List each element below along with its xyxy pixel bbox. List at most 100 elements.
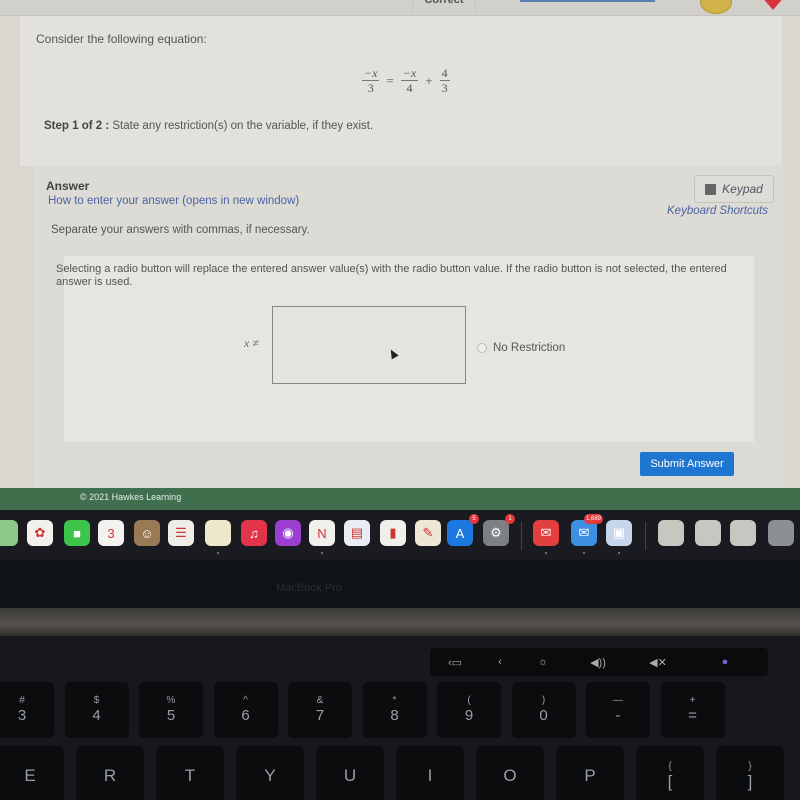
dock-calendar-icon[interactable]: 3 (98, 520, 124, 546)
dock-music-icon[interactable]: ♫ (241, 520, 267, 546)
key-label: - (615, 707, 621, 724)
dock-mail-icon[interactable]: ✉ 1,689 (571, 514, 603, 546)
key-shift-label: ) (541, 695, 546, 706)
key-I[interactable]: I (396, 746, 464, 800)
dock-document-3-icon[interactable] (730, 520, 756, 546)
keypad-button[interactable]: Keypad (694, 175, 774, 203)
how-to-enter-link[interactable]: How to enter your answer (opens in new w… (48, 195, 299, 207)
browser-viewport: Correct Consider the following equation:… (0, 0, 800, 510)
key-label: R (103, 766, 117, 785)
key-label: [ (667, 772, 673, 791)
dock-photos-icon[interactable]: ✿ (27, 520, 53, 546)
dock-document-2-icon[interactable] (695, 520, 721, 546)
laptop-hinge (0, 608, 800, 636)
facetime-glyph: ■ (73, 525, 81, 541)
dock-podcasts-icon[interactable]: ◉ (275, 520, 301, 546)
key-R[interactable]: R (76, 746, 144, 800)
key-=[interactable]: + = (660, 682, 725, 738)
pages-glyph: ✎ (422, 525, 434, 540)
key-5[interactable]: % 5 (139, 682, 203, 738)
touchbar-mute-icon[interactable]: ◀✕ (640, 653, 676, 671)
dock-document-1-icon[interactable] (658, 520, 684, 546)
keyboard-shortcuts-link[interactable]: Keyboard Shortcuts (667, 205, 768, 217)
key-shift-label: + (689, 695, 696, 706)
key-label: = (688, 707, 697, 724)
screen-bezel: MacBook Pro (0, 560, 800, 610)
key-Y[interactable]: Y (236, 746, 304, 800)
key--[interactable]: — - (586, 682, 650, 738)
key-label: ] (747, 772, 753, 791)
system-preferences-glyph: ⚙ (490, 525, 502, 540)
key-9[interactable]: (9 (437, 682, 501, 738)
x-not-equal-label: x ≠ (244, 336, 259, 350)
dock-airmail-icon[interactable]: ✉ (533, 520, 559, 546)
key-[[interactable]: {[ (636, 746, 704, 800)
key-6[interactable]: ^ 6 (213, 682, 278, 738)
key-8[interactable]: * 8 (362, 682, 427, 738)
key-4[interactable]: $4 (64, 682, 129, 738)
numerator: −x (362, 66, 380, 81)
touch-bar: ‹▭ ‹ ☼ ◀)) ◀✕ ● (430, 648, 768, 676)
touchbar-volume-icon[interactable]: ◀)) (580, 653, 616, 671)
dock-notes-icon[interactable] (205, 520, 231, 546)
music-glyph: ♫ (249, 525, 259, 541)
key-label: 4 (92, 707, 101, 724)
answer-title: Answer (46, 179, 90, 193)
dock-maps-icon[interactable] (0, 520, 18, 546)
dock-reminders-icon[interactable]: ☰ (168, 520, 194, 546)
coin-icon[interactable] (700, 0, 732, 14)
app-store-glyph: A (455, 525, 465, 541)
photos-glyph: ✿ (34, 525, 46, 540)
heart-icon[interactable] (758, 0, 788, 12)
step-text: State any restriction(s) on the variable… (109, 120, 374, 132)
touchbar-collapse-icon[interactable]: ‹ (490, 653, 510, 671)
numerator: −x (400, 66, 419, 81)
dock-contacts-icon[interactable]: ☺ (134, 520, 160, 546)
answer-panel: Answer How to enter your answer (opens i… (34, 166, 784, 488)
dock-keynote-icon[interactable]: ▤ (344, 520, 370, 546)
footer: © 2021 Hawkes Learning (0, 488, 800, 510)
calendar-glyph: 3 (107, 525, 115, 541)
dock-facetime-icon[interactable]: ■ (64, 520, 90, 546)
no-restriction-option[interactable]: No Restriction (477, 342, 565, 354)
numbers-glyph: ▮ (389, 525, 397, 540)
dock-separator (521, 522, 522, 550)
key-U[interactable]: U (316, 746, 384, 800)
mail-glyph: ✉ (578, 525, 590, 540)
no-restriction-label: No Restriction (493, 342, 566, 354)
dock-news-icon[interactable]: N (309, 520, 335, 546)
running-indicator (583, 552, 585, 554)
key-P[interactable]: P (556, 746, 624, 800)
key-3[interactable]: #3 (0, 682, 54, 738)
key-][interactable]: }] (716, 746, 784, 800)
dock-app-store-icon[interactable]: A5 (447, 514, 479, 546)
key-7[interactable]: & 7 (288, 682, 352, 738)
key-label: 5 (166, 707, 176, 724)
touchbar-brightness-icon[interactable]: ☼ (528, 653, 558, 671)
fraction-rhs-1: −x 4 (400, 66, 419, 95)
dock-numbers-icon[interactable]: ▮ (380, 520, 406, 546)
keypad-label: Keypad (722, 182, 763, 196)
submit-answer-button[interactable]: Submit Answer (640, 452, 734, 476)
airmail-glyph: ✉ (540, 525, 552, 540)
touchbar-expand-icon[interactable]: ‹▭ (438, 653, 472, 671)
copyright: © 2021 Hawkes Learning (80, 492, 182, 502)
key-O[interactable]: O (476, 746, 544, 800)
key-E[interactable]: E (0, 746, 64, 800)
contacts-glyph: ☺ (140, 525, 154, 541)
dock-system-preferences-icon[interactable]: ⚙ 1 (483, 514, 515, 546)
separate-note: Separate your answers with commas, if ne… (51, 224, 310, 236)
correct-tab[interactable]: Correct (412, 0, 476, 12)
question-intro: Consider the following equation: (36, 32, 207, 46)
key-T[interactable]: T (156, 746, 224, 800)
key-label: 9 (464, 707, 474, 724)
dock-preview-icon[interactable]: ▣ (606, 520, 632, 546)
notification-badge: 1,689 (583, 514, 603, 524)
answer-input[interactable] (272, 306, 466, 384)
dock-pages-icon[interactable]: ✎ (415, 520, 441, 546)
no-restriction-radio[interactable] (477, 343, 487, 353)
dock-trash-icon[interactable] (768, 520, 794, 546)
touchbar-siri-icon[interactable]: ● (710, 653, 740, 671)
fraction-rhs-2: 4 3 (439, 66, 450, 95)
key-0[interactable]: ) 0 (511, 682, 576, 738)
